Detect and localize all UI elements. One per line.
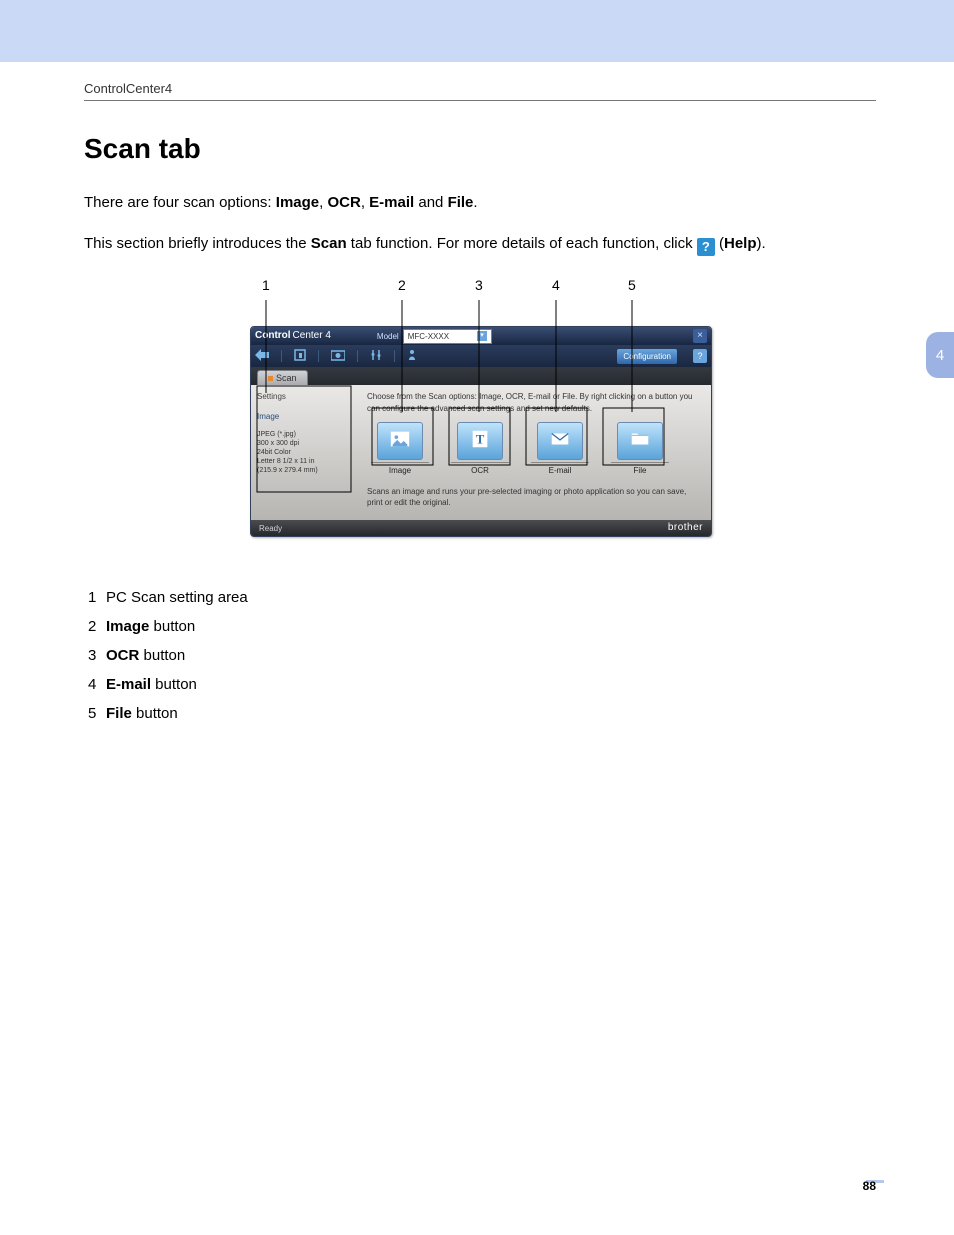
brother-logo: brother — [668, 521, 703, 535]
support-nav-icon[interactable] — [407, 349, 417, 365]
settings-image-label: Image — [257, 411, 353, 422]
help-button[interactable]: ? — [693, 349, 707, 363]
text: tab function. For more details of each f… — [347, 235, 697, 252]
text: and — [414, 194, 447, 211]
legend-bold: OCR — [106, 647, 139, 664]
option-email: E-mail — [369, 194, 414, 211]
legend-item-3: OCR button — [88, 645, 876, 666]
scan-ocr-button[interactable]: T OCR — [451, 422, 509, 476]
figure-callout-numbers: 1 2 3 4 5 — [250, 276, 710, 302]
scan-nav-icon[interactable] — [255, 349, 269, 365]
setting-size-mm: (215.9 x 279.4 mm) — [257, 466, 353, 475]
status-text: Ready — [259, 523, 282, 534]
hint-text: Choose from the Scan options: Image, OCR… — [367, 391, 703, 413]
email-icon — [549, 428, 571, 454]
legend-text: button — [149, 618, 195, 635]
legend-item-2: Image button — [88, 616, 876, 637]
brand-text-1: Control — [255, 329, 291, 343]
option-file: File — [448, 194, 474, 211]
settings-heading: Settings — [257, 391, 353, 402]
text: There are four scan options: — [84, 194, 276, 211]
text: ( — [715, 235, 724, 252]
chapter-tab: 4 — [926, 332, 954, 378]
brand-text-2: Center 4 — [293, 329, 331, 343]
legend-text: button — [132, 705, 178, 722]
callout-5: 5 — [628, 276, 636, 296]
scan-email-button[interactable]: E-mail — [531, 422, 589, 476]
tab-label: Scan — [276, 373, 297, 383]
option-image: Image — [276, 194, 319, 211]
intro-paragraph-2: This section briefly introduces the Scan… — [84, 233, 876, 256]
figure: 1 2 3 4 5 Control Center 4 Model — [250, 276, 710, 537]
model-value: MFC-XXXX — [408, 331, 449, 342]
rule — [84, 100, 876, 101]
scan-ocr-label: OCR — [451, 462, 509, 476]
document-nav-icon[interactable] — [294, 349, 306, 365]
app-toolbar: Configuration ? — [251, 345, 711, 367]
app-window: Control Center 4 Model MFC-XXXX ▾ × — [250, 326, 712, 537]
setting-filetype: JPEG (*.jpg) — [257, 430, 353, 439]
callout-3: 3 — [475, 276, 483, 296]
page-number: 88 — [863, 1178, 876, 1195]
legend-text: PC Scan setting area — [106, 589, 248, 606]
chevron-down-icon: ▾ — [477, 331, 487, 341]
scan-settings-panel: Settings Image JPEG (*.jpg) 300 x 300 dp… — [251, 385, 359, 520]
scan-email-label: E-mail — [531, 462, 589, 476]
scan-description: Scans an image and runs your pre-selecte… — [367, 486, 703, 508]
text: This section briefly introduces the — [84, 235, 311, 252]
separator-icon — [281, 350, 282, 362]
setting-size: Letter 8 1/2 x 11 in — [257, 457, 353, 466]
figure-legend-list: PC Scan setting area Image button OCR bu… — [88, 587, 876, 724]
callout-1: 1 — [262, 276, 270, 296]
text: ). — [757, 235, 766, 252]
option-ocr: OCR — [327, 194, 360, 211]
close-button[interactable]: × — [693, 329, 707, 343]
intro-paragraph-1: There are four scan options: Image, OCR,… — [84, 192, 876, 213]
scan-word: Scan — [311, 235, 347, 252]
tab-marker-icon — [268, 376, 273, 381]
callout-2: 2 — [398, 276, 406, 296]
setting-color: 24bit Color — [257, 448, 353, 457]
model-label: Model — [377, 331, 399, 342]
separator-icon — [318, 350, 319, 362]
callout-lines-icon — [250, 302, 710, 326]
scan-image-button[interactable]: Image — [371, 422, 429, 476]
ocr-icon: T — [469, 428, 491, 454]
tab-row: Scan — [251, 367, 711, 385]
configuration-button[interactable]: Configuration — [617, 349, 677, 364]
legend-bold: Image — [106, 618, 149, 635]
legend-bold: E-mail — [106, 676, 151, 693]
settings-nav-icon[interactable] — [370, 349, 382, 365]
legend-item-5: File button — [88, 703, 876, 724]
legend-text: button — [139, 647, 185, 664]
help-word: Help — [724, 235, 757, 252]
legend-item-1: PC Scan setting area — [88, 587, 876, 608]
separator-icon — [394, 350, 395, 362]
scan-main-area: Choose from the Scan options: Image, OCR… — [359, 385, 711, 520]
scan-image-label: Image — [371, 462, 429, 476]
legend-item-4: E-mail button — [88, 674, 876, 695]
text: . — [473, 194, 477, 211]
help-icon: ? — [697, 238, 715, 256]
svg-text:T: T — [476, 433, 485, 447]
setting-resolution: 300 x 300 dpi — [257, 439, 353, 448]
page-top-band — [0, 0, 954, 62]
model-select[interactable]: MFC-XXXX ▾ — [403, 329, 492, 344]
status-bar: Ready brother — [251, 520, 711, 536]
app-titlebar: Control Center 4 Model MFC-XXXX ▾ × — [251, 327, 711, 345]
folder-icon — [629, 428, 651, 454]
legend-bold: File — [106, 705, 132, 722]
legend-text: button — [151, 676, 197, 693]
photo-nav-icon[interactable] — [331, 349, 345, 365]
scan-file-label: File — [611, 462, 669, 476]
breadcrumb: ControlCenter4 — [84, 80, 876, 98]
tab-scan[interactable]: Scan — [257, 370, 308, 386]
separator-icon — [357, 350, 358, 362]
callout-4: 4 — [552, 276, 560, 296]
text: , — [361, 194, 369, 211]
page-title: Scan tab — [84, 129, 876, 168]
scan-file-button[interactable]: File — [611, 422, 669, 476]
image-icon — [389, 428, 411, 454]
